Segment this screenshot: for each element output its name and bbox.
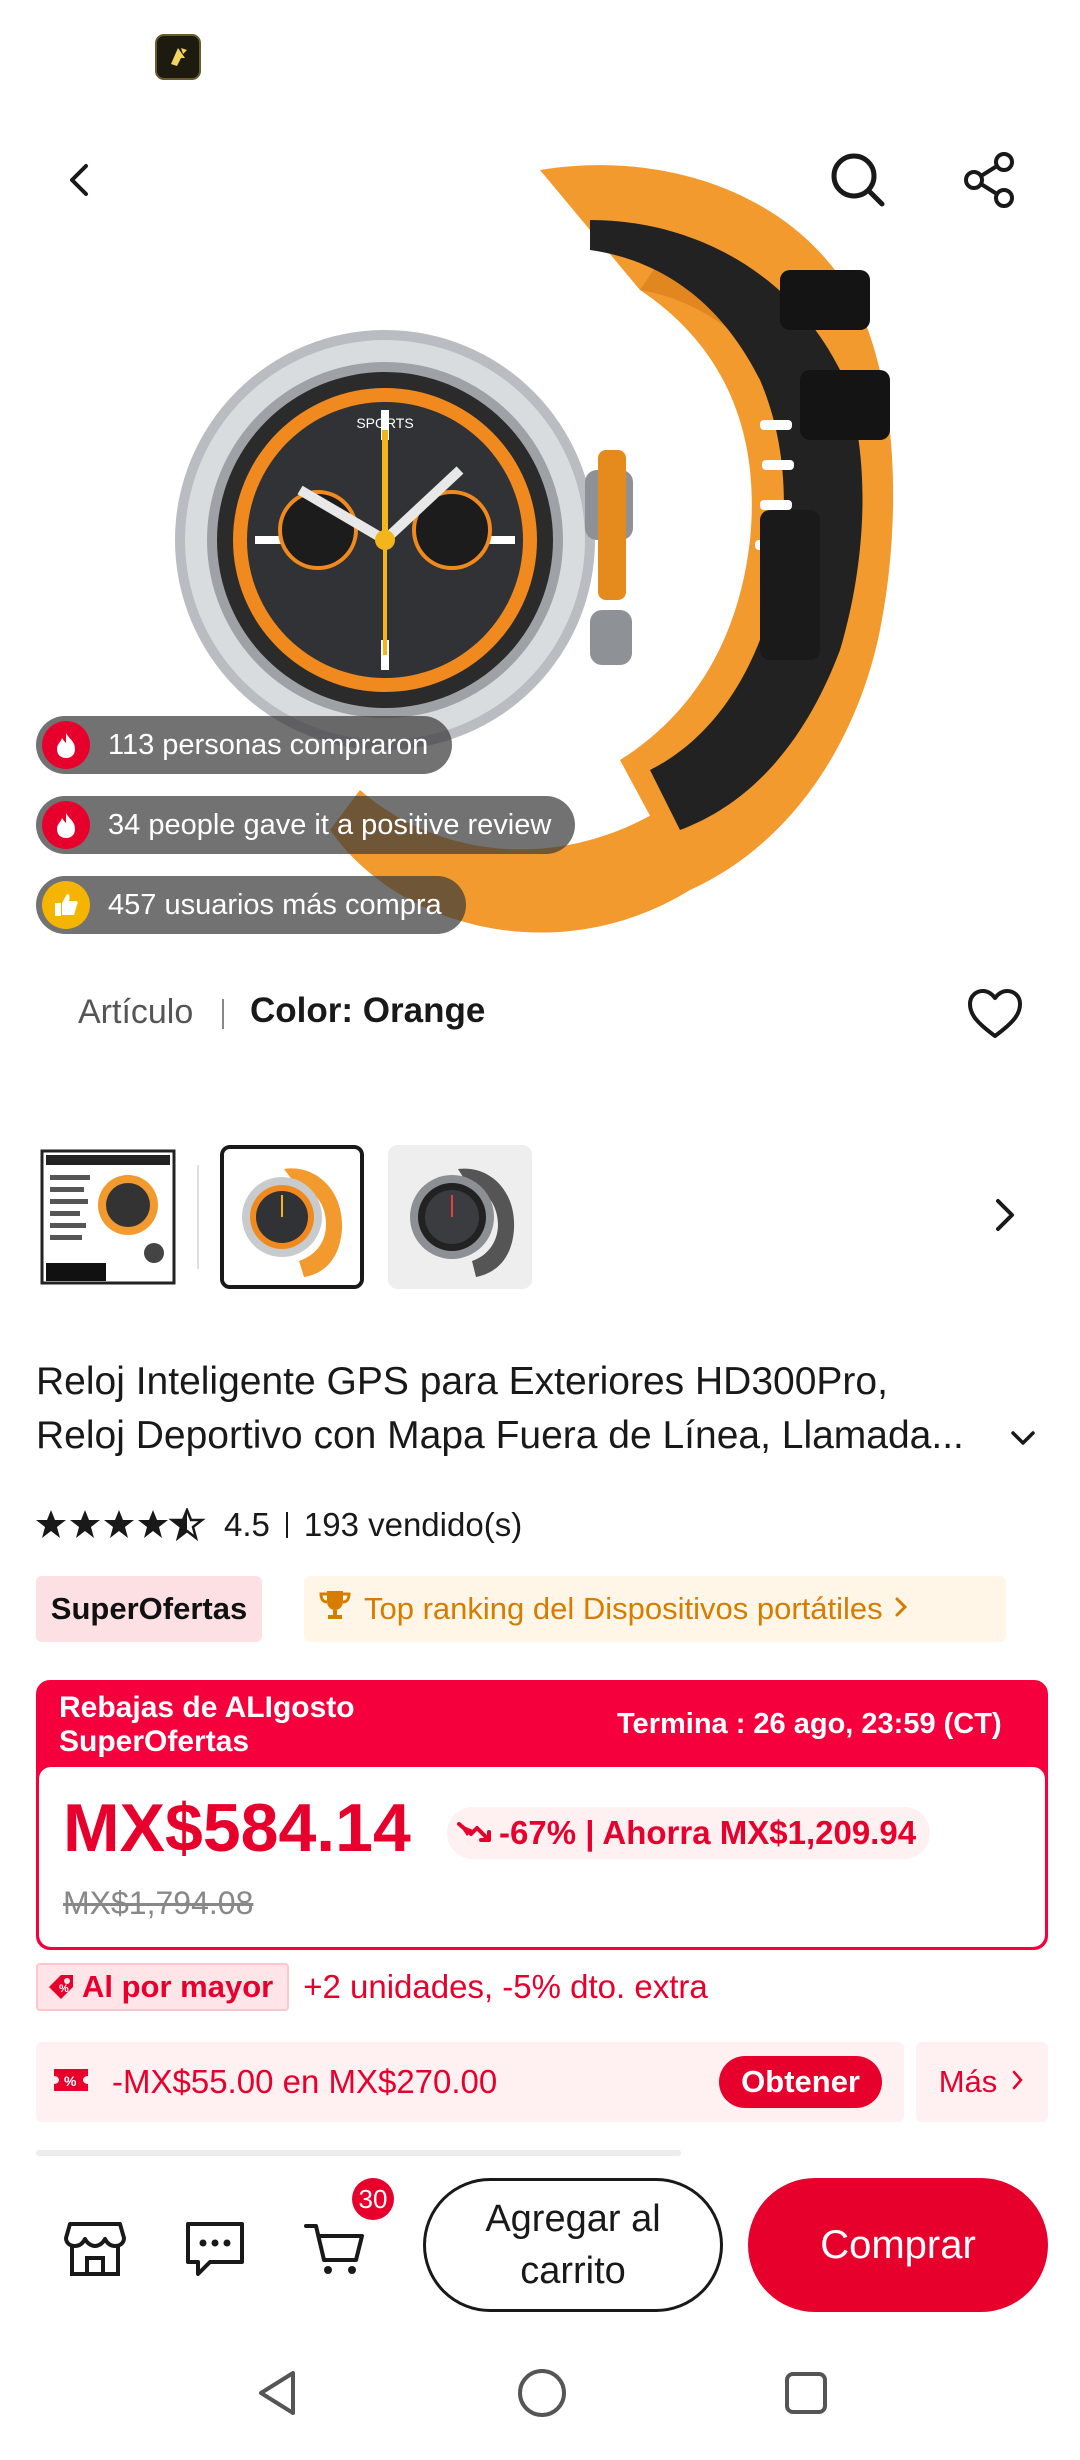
current-price: MX$584.14 (63, 1790, 411, 1866)
social-proof-text: 457 usuarios más compra (108, 888, 442, 921)
star-rating-icon (36, 1508, 206, 1542)
deal-box[interactable]: Rebajas de ALIgosto SuperOfertas Termina… (36, 1680, 1048, 1950)
wholesale-tag-label: Al por mayor (82, 1969, 274, 2004)
more-coupons-label: Más (938, 2064, 998, 2099)
search-button[interactable] (818, 140, 898, 220)
ranking-text: Top ranking del Dispositivos portátiles (364, 1591, 883, 1626)
down-arrow-discount-icon (457, 1822, 491, 1842)
chat-button[interactable] (180, 2214, 250, 2284)
system-recents-button[interactable] (774, 2361, 838, 2425)
rating-separator (285, 1512, 288, 1538)
triangle-back-icon (259, 2371, 295, 2415)
superofertas-badge[interactable]: SuperOfertas (36, 1576, 262, 1642)
fire-icon (42, 721, 90, 769)
discount-pill: -67% | Ahorra MX$1,209.94 (447, 1807, 931, 1859)
chevron-down-icon (1011, 1431, 1035, 1445)
coupon-offer[interactable]: % -MX$55.00 en MX$270.00 Obtener (36, 2042, 904, 2122)
social-proof-purchases: 113 personas compraron (36, 716, 453, 774)
bottom-action-bar: 30 Agregar al carrito Comprar (0, 2156, 1080, 2326)
rating-row[interactable]: 4.5 193 vendido(s) (36, 1500, 522, 1550)
wholesale-tag: % Al por mayor (36, 1963, 290, 2011)
deal-subtitle: SuperOfertas (59, 1725, 250, 1758)
cart-count-badge: 30 (352, 2178, 394, 2220)
back-arrow-icon (70, 164, 88, 196)
variant-separator (222, 999, 224, 1029)
rating-value: 4.5 (224, 1506, 270, 1543)
add-to-cart-line-2: carrito (520, 2250, 626, 2292)
discount-text: -67% | Ahorra MX$1,209.94 (499, 1814, 917, 1851)
wholesale-text: +2 unidades, -5% dto. extra (303, 1968, 708, 2005)
thumbnail-black[interactable] (388, 1145, 532, 1289)
thumbs-up-icon (42, 881, 90, 929)
variant-color: Color: Orange (250, 991, 486, 1030)
fire-icon (42, 801, 90, 849)
store-icon (64, 2222, 126, 2276)
coupon-icon: % (52, 2065, 90, 2100)
product-title[interactable]: Reloj Inteligente GPS para Exteriores HD… (36, 1355, 1026, 1463)
wholesale-row[interactable]: % Al por mayor +2 unidades, -5% dto. ext… (36, 1962, 708, 2012)
variant-selector-row[interactable]: Artículo Color: Orange (0, 975, 1080, 1055)
coupon-row: % -MX$55.00 en MX$270.00 Obtener Más (36, 2042, 1048, 2122)
get-coupon-button[interactable]: Obtener (719, 2056, 882, 2108)
thumbnail-orange[interactable] (220, 1145, 364, 1289)
variant-label: Artículo (78, 993, 194, 1031)
share-button[interactable] (950, 140, 1030, 220)
product-title-line-2: Reloj Deportivo con Mapa Fuera de Línea,… (36, 1414, 964, 1457)
title-expand-button[interactable] (1008, 1427, 1038, 1456)
status-bar (0, 0, 1080, 110)
thumbnail-next-button[interactable] (975, 1185, 1035, 1245)
thumbnail-strip (0, 1145, 1080, 1295)
social-proof-reviews: 34 people gave it a positive review (36, 796, 576, 854)
heart-icon (968, 989, 1022, 1038)
social-proof-text: 113 personas compraron (108, 728, 429, 761)
social-proof-text: 34 people gave it a positive review (108, 808, 552, 841)
deal-countdown: Termina : 26 ago, 23:59 (CT) (617, 1708, 1002, 1740)
trophy-icon (318, 1589, 352, 1629)
social-proof-popular: 457 usuarios más compra (36, 876, 466, 934)
ranking-badge[interactable]: Top ranking del Dispositivos portátiles (304, 1576, 1006, 1642)
add-to-cart-line-1: Agregar al (485, 2198, 661, 2240)
rating-stars (36, 1508, 206, 1542)
svg-text:%: % (64, 2073, 77, 2089)
sold-count: 193 vendido(s) (303, 1506, 523, 1543)
back-button[interactable] (40, 140, 120, 220)
chat-icon (186, 2222, 244, 2276)
product-title-line-1: Reloj Inteligente GPS para Exteriores HD… (36, 1360, 888, 1403)
deal-title: Rebajas de ALIgosto (59, 1691, 355, 1724)
badges-row: SuperOfertas Top ranking del Dispositivo… (36, 1576, 1046, 1642)
thumbnail-divider (197, 1165, 199, 1269)
chevron-right-icon (1011, 2065, 1025, 2099)
share-icon (964, 152, 1014, 208)
add-to-cart-label: Agregar al carrito (485, 2193, 660, 2297)
chevron-right-icon (893, 1591, 909, 1627)
cart-icon (304, 2224, 364, 2274)
buy-now-button[interactable]: Comprar (748, 2178, 1048, 2312)
more-coupons-button[interactable]: Más (916, 2042, 1048, 2122)
square-recents-icon (785, 2372, 827, 2414)
store-button[interactable] (60, 2214, 130, 2284)
thumbnail-spec-sheet[interactable] (36, 1145, 180, 1289)
svg-text:SPORTS: SPORTS (356, 415, 413, 431)
price-tag-icon: % (49, 1975, 73, 1999)
sketch-app-icon (155, 34, 201, 80)
circle-home-icon (518, 2369, 566, 2417)
svg-text:%: % (59, 1983, 69, 1995)
coupon-text: -MX$55.00 en MX$270.00 (112, 2063, 498, 2100)
cart-button[interactable] (300, 2214, 370, 2284)
wishlist-button[interactable] (960, 979, 1030, 1049)
system-home-button[interactable] (510, 2361, 574, 2425)
search-icon (831, 153, 885, 207)
add-to-cart-button[interactable]: Agregar al carrito (423, 2178, 723, 2312)
system-back-button[interactable] (246, 2361, 310, 2425)
original-price: MX$1,794.08 (63, 1885, 254, 1921)
system-navigation-bar (0, 2326, 1080, 2460)
chevron-right-icon (996, 1199, 1014, 1231)
deal-price-panel: MX$584.14 -67% | Ahorra MX$1,209.94 MX$1… (39, 1767, 1045, 1947)
